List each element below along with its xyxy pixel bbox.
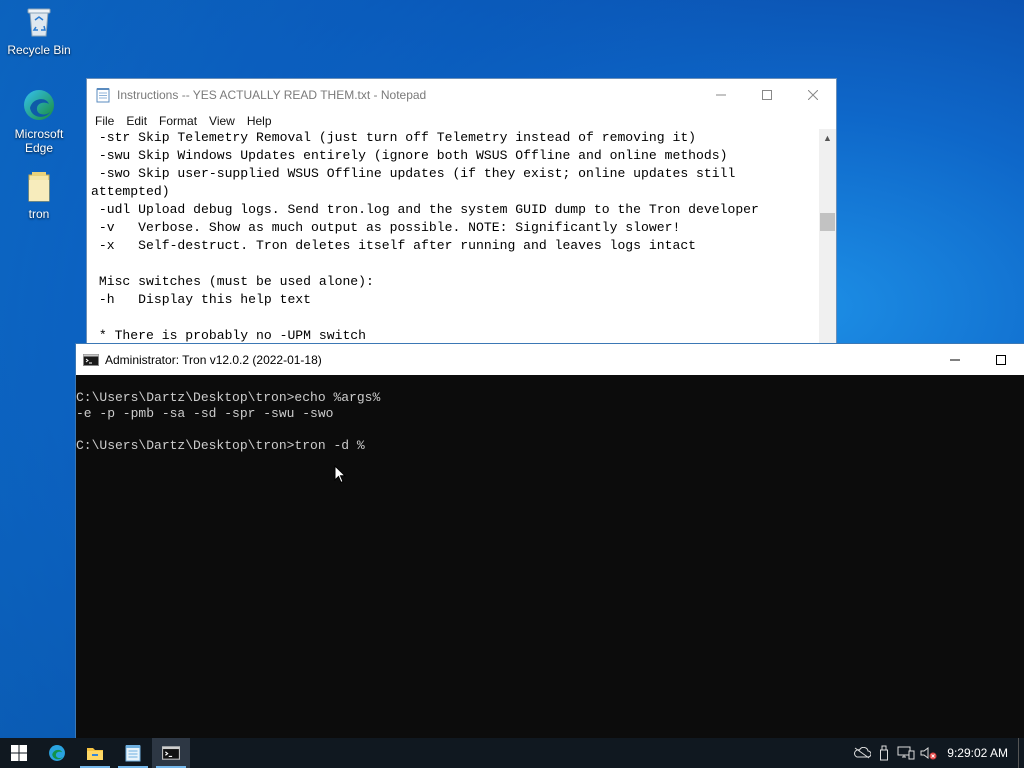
taskbar-clock[interactable]: 9:29:02 AM bbox=[939, 746, 1018, 760]
minimize-icon bbox=[716, 94, 726, 95]
menu-edit[interactable]: Edit bbox=[120, 114, 153, 128]
menu-format[interactable]: Format bbox=[153, 114, 203, 128]
notepad-title: Instructions -- YES ACTUALLY READ THEM.t… bbox=[117, 87, 427, 102]
edge-icon bbox=[49, 745, 65, 761]
desktop-icon-recycle-bin[interactable]: Recycle Bin bbox=[1, 6, 77, 57]
show-desktop-button[interactable] bbox=[1018, 738, 1024, 768]
scroll-up-icon[interactable]: ▲ bbox=[819, 129, 836, 146]
text-line: Misc switches (must be used alone): bbox=[91, 274, 374, 289]
notepad-vertical-scrollbar[interactable]: ▲ bbox=[819, 129, 836, 343]
console-line: C:\Users\Dartz\Desktop\tron>echo %args% bbox=[76, 390, 381, 405]
mouse-pointer-icon bbox=[334, 465, 346, 484]
text-line: -str Skip Telemetry Removal (just turn o… bbox=[91, 130, 697, 145]
minimize-icon bbox=[950, 359, 960, 360]
minimize-button[interactable] bbox=[698, 79, 744, 110]
notepad-window[interactable]: Instructions -- YES ACTUALLY READ THEM.t… bbox=[86, 78, 837, 344]
cmd-icon bbox=[83, 353, 99, 366]
desktop-icon-label: Recycle Bin bbox=[7, 43, 71, 57]
edge-icon bbox=[24, 90, 54, 120]
text-line: -h Display this help text bbox=[91, 292, 312, 307]
text-line: -swu Skip Windows Updates entirely (igno… bbox=[91, 148, 728, 163]
cmd-icon bbox=[162, 746, 180, 760]
notepad-text-area[interactable]: -str Skip Telemetry Removal (just turn o… bbox=[87, 129, 819, 343]
taskbar-edge[interactable] bbox=[38, 738, 76, 768]
maximize-icon bbox=[996, 354, 1006, 365]
menu-file[interactable]: File bbox=[89, 114, 120, 128]
close-icon bbox=[808, 89, 818, 100]
minimize-button[interactable] bbox=[932, 344, 978, 375]
text-line: -x Self-destruct. Tron deletes itself af… bbox=[91, 238, 697, 253]
desktop-icon-tron-folder[interactable]: tron bbox=[1, 172, 77, 221]
onedrive-offline-icon[interactable] bbox=[851, 738, 873, 768]
text-line: * There is probably no -UPM switch bbox=[91, 328, 367, 343]
taskbar-notepad[interactable] bbox=[114, 738, 152, 768]
text-line: -swo Skip user-supplied WSUS Offline upd… bbox=[91, 166, 736, 181]
folder-icon bbox=[28, 172, 50, 202]
notepad-icon bbox=[125, 745, 141, 762]
maximize-button[interactable] bbox=[978, 344, 1024, 375]
desktop-icon-edge[interactable]: Microsoft Edge bbox=[1, 88, 77, 155]
command-prompt-window[interactable]: Administrator: Tron v12.0.2 (2022-01-18)… bbox=[75, 343, 1024, 738]
menu-view[interactable]: View bbox=[203, 114, 241, 128]
usb-device-icon[interactable] bbox=[873, 738, 895, 768]
taskbar-command-prompt[interactable] bbox=[152, 738, 190, 768]
text-line: attempted) bbox=[91, 184, 170, 199]
desktop-icon-label: Microsoft Edge bbox=[14, 127, 64, 155]
start-button[interactable] bbox=[0, 738, 38, 768]
desktop-icon-label: tron bbox=[28, 207, 50, 221]
notepad-icon bbox=[96, 87, 110, 102]
text-line: -v Verbose. Show as much output as possi… bbox=[91, 220, 681, 235]
volume-muted-icon[interactable] bbox=[917, 738, 939, 768]
console-line: -e -p -pmb -sa -sd -spr -swu -swo bbox=[76, 406, 334, 421]
close-button[interactable] bbox=[790, 79, 836, 110]
file-explorer-icon bbox=[87, 748, 103, 760]
maximize-button[interactable] bbox=[744, 79, 790, 110]
maximize-icon bbox=[762, 89, 772, 100]
system-tray: 9:29:02 AM bbox=[851, 738, 1024, 768]
recycle-bin-icon bbox=[27, 8, 51, 37]
cmd-titlebar[interactable]: Administrator: Tron v12.0.2 (2022-01-18) bbox=[76, 344, 1024, 375]
menu-help[interactable]: Help bbox=[241, 114, 278, 128]
console-output[interactable]: C:\Users\Dartz\Desktop\tron>echo %args% … bbox=[76, 375, 1024, 454]
windows-logo-icon bbox=[11, 745, 27, 761]
taskbar: 9:29:02 AM bbox=[0, 738, 1024, 768]
network-icon[interactable] bbox=[895, 738, 917, 768]
taskbar-file-explorer[interactable] bbox=[76, 738, 114, 768]
cmd-title: Administrator: Tron v12.0.2 (2022-01-18) bbox=[105, 352, 322, 367]
notepad-titlebar[interactable]: Instructions -- YES ACTUALLY READ THEM.t… bbox=[87, 79, 836, 110]
console-prompt-line[interactable]: C:\Users\Dartz\Desktop\tron>tron -d % bbox=[76, 438, 1024, 454]
text-line: -udl Upload debug logs. Send tron.log an… bbox=[91, 202, 759, 217]
scrollbar-thumb[interactable] bbox=[820, 213, 835, 231]
